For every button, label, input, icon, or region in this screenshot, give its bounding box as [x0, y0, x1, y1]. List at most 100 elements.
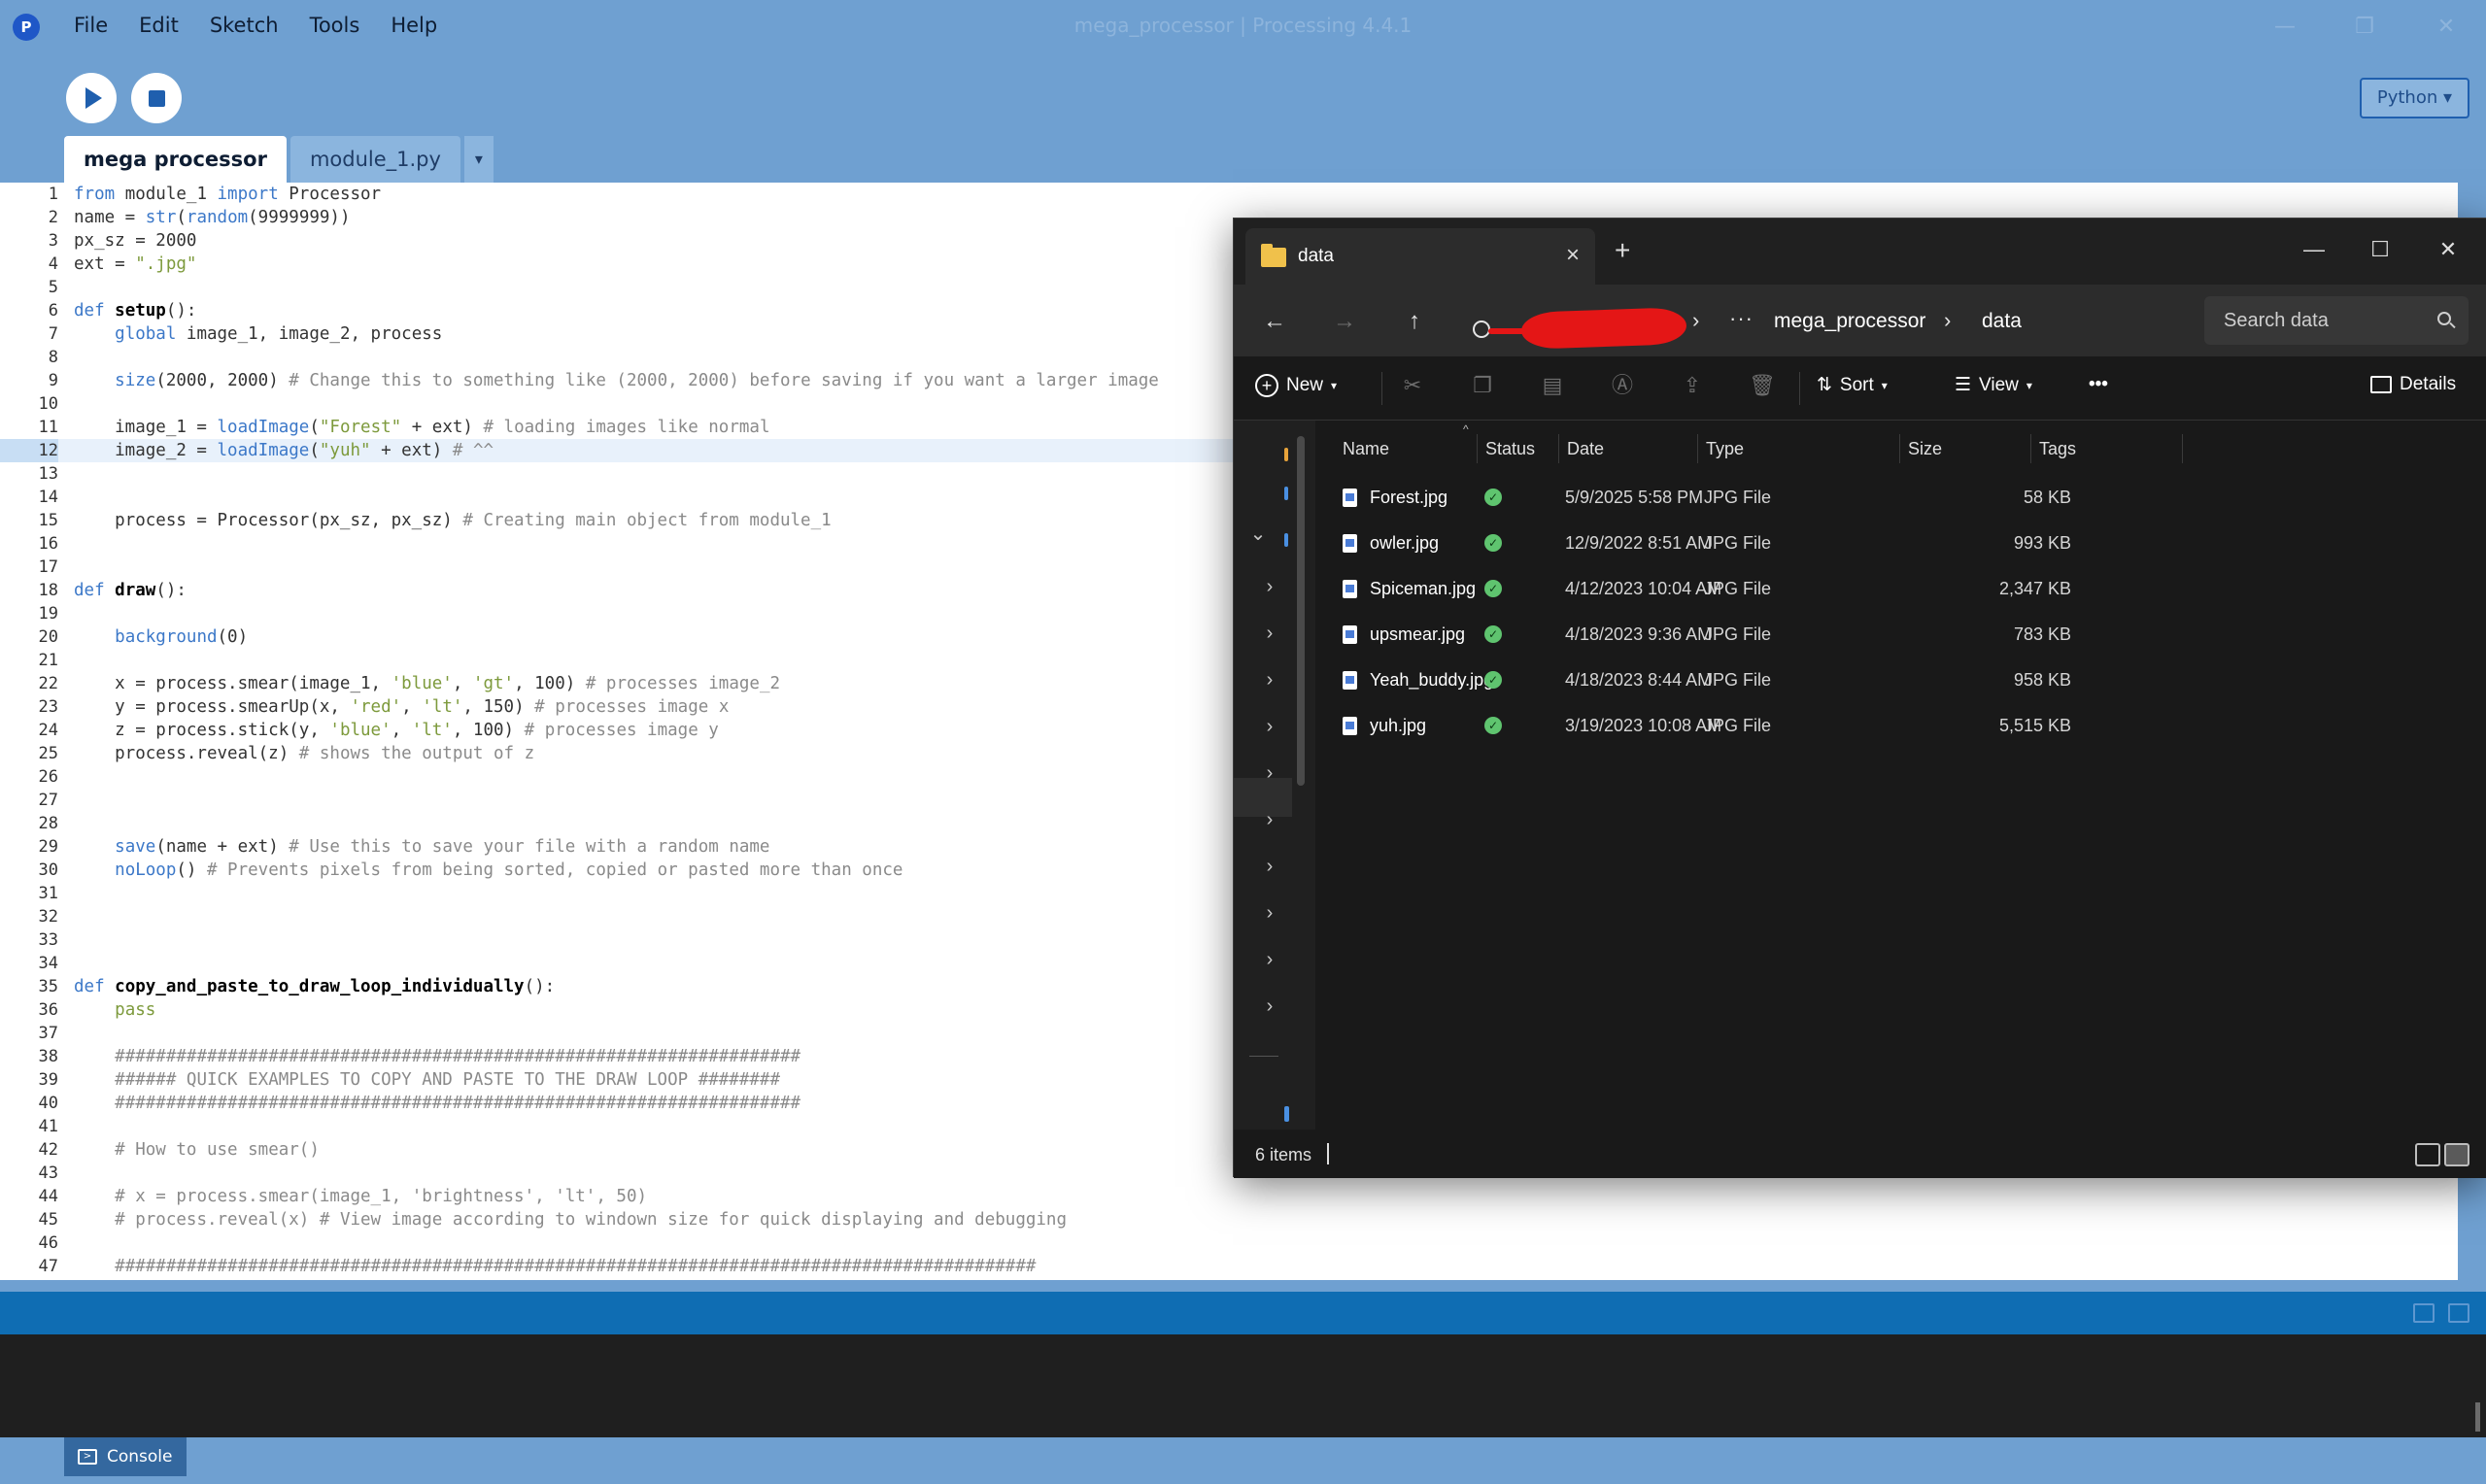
code-text: name = str(random(9999999)) — [74, 208, 351, 227]
back-arrow-icon[interactable]: ← — [1257, 304, 1292, 339]
file-row[interactable]: upsmear.jpg ✓ 4/18/2023 9:36 AM JPG File 783… — [1315, 612, 2486, 658]
plus-circle-icon: + — [1255, 374, 1278, 397]
code-line[interactable]: 44 # x = process.smear(image_1, 'brightn… — [0, 1185, 2458, 1208]
menu-file[interactable]: File — [58, 10, 123, 41]
chevron-right-icon[interactable]: › — [1259, 809, 1280, 831]
code-text: ########################################… — [115, 1094, 801, 1113]
file-explorer-window: data × + — ☐ ✕ ← → ↑ › ··· mega_processo… — [1233, 218, 2486, 1178]
file-row[interactable]: Spiceman.jpg ✓ 4/12/2023 10:04 AM JPG File 2… — [1315, 566, 2486, 612]
view-button[interactable]: ☰ View ▾ — [1955, 374, 2032, 396]
rename-icon[interactable]: Ⓐ — [1609, 372, 1636, 399]
clear-console-icon[interactable] — [2448, 1303, 2469, 1323]
file-date: 12/9/2022 8:51 AM — [1565, 533, 1713, 553]
up-arrow-icon[interactable]: ↑ — [1397, 304, 1432, 339]
mode-selector[interactable]: Python ▾ — [2359, 78, 2469, 118]
chevron-right-icon[interactable]: › — [1259, 576, 1280, 598]
maximize-button[interactable]: ❐ — [2335, 8, 2394, 47]
search-input[interactable]: Search data — [2204, 296, 2469, 345]
tiles-view-icon[interactable] — [2444, 1143, 2469, 1166]
line-number: 18 — [38, 581, 58, 600]
menu-edit[interactable]: Edit — [123, 10, 194, 41]
new-tab-icon[interactable]: + — [1615, 236, 1630, 265]
view-button-label: View — [1979, 374, 2019, 395]
close-button[interactable]: ✕ — [2417, 8, 2475, 47]
sort-button[interactable]: ⇅ Sort ▾ — [1817, 374, 1888, 396]
menu-sketch[interactable]: Sketch — [194, 10, 294, 41]
paste-icon[interactable]: ▤ — [1539, 372, 1566, 399]
menu-help[interactable]: Help — [375, 10, 453, 41]
line-number: 19 — [38, 604, 58, 624]
nav-network-icon[interactable] — [1284, 1106, 1289, 1122]
chevron-right-icon[interactable]: › — [1259, 762, 1280, 785]
chevron-right-icon[interactable]: › — [1259, 995, 1280, 1018]
tab-menu-arrow[interactable]: ▾ — [463, 136, 494, 183]
explorer-maximize-button[interactable]: ☐ — [2361, 230, 2400, 269]
chevron-right-icon[interactable]: › — [1259, 856, 1280, 878]
details-button[interactable]: Details — [2370, 374, 2456, 395]
cut-icon[interactable]: ✂ — [1399, 372, 1426, 399]
explorer-tab[interactable]: data × — [1245, 228, 1595, 285]
nav-scrollbar[interactable] — [1297, 436, 1305, 786]
explorer-minimize-button[interactable]: — — [2295, 230, 2333, 269]
chevron-right-icon[interactable]: › — [1259, 623, 1280, 645]
code-line[interactable]: 1 from module_1 import Processor — [0, 183, 2458, 206]
file-row[interactable]: yuh.jpg ✓ 3/19/2023 10:08 AM JPG File 5,515 … — [1315, 703, 2486, 749]
nav-pin-icon — [1284, 487, 1288, 500]
code-text: ext = ".jpg" — [74, 254, 197, 274]
console-output[interactable] — [0, 1334, 2486, 1437]
code-line[interactable]: 46 — [0, 1231, 2458, 1255]
code-line[interactable]: 47 #####################################… — [0, 1255, 2458, 1278]
chevron-right-icon[interactable]: › — [1259, 949, 1280, 971]
navigation-pane[interactable]: ⌄ › › › › › › › › › › — [1234, 421, 1315, 1130]
console-tab[interactable]: > Console — [64, 1437, 187, 1476]
line-number: 46 — [38, 1233, 58, 1253]
file-row[interactable]: owler.jpg ✓ 12/9/2022 8:51 AM JPG File 993 K… — [1315, 521, 2486, 566]
column-size[interactable]: Size — [1899, 434, 1942, 463]
share-icon[interactable]: ⇪ — [1679, 372, 1706, 399]
breadcrumb-data[interactable]: data — [1982, 310, 2022, 333]
new-button[interactable]: + New ▾ — [1255, 374, 1337, 397]
menu-tools[interactable]: Tools — [294, 10, 376, 41]
explorer-close-button[interactable]: ✕ — [2429, 230, 2468, 269]
list-view-icon[interactable] — [2415, 1143, 2440, 1166]
breadcrumb-mega-processor[interactable]: mega_processor — [1774, 310, 1925, 333]
more-options-button[interactable]: ••• — [2089, 374, 2108, 395]
line-number: 9 — [48, 371, 58, 390]
line-number: 29 — [38, 837, 58, 857]
delete-icon[interactable]: 🗑 — [1749, 372, 1776, 399]
console-scrollbar[interactable] — [2475, 1402, 2480, 1432]
minimize-button[interactable]: — — [2256, 8, 2314, 47]
code-text: ########################################… — [115, 1047, 801, 1066]
line-number: 38 — [38, 1047, 58, 1066]
file-row[interactable]: Forest.jpg ✓ 5/9/2025 5:58 PM JPG File 58 KB — [1315, 475, 2486, 521]
stop-button[interactable] — [131, 73, 182, 123]
forward-arrow-icon[interactable]: → — [1327, 304, 1362, 339]
view-icon: ☰ — [1955, 375, 1972, 395]
line-number: 6 — [48, 301, 58, 320]
text-cursor — [1327, 1143, 1329, 1164]
column-type[interactable]: Type — [1697, 434, 1744, 463]
path-overflow-button[interactable]: ··· — [1729, 306, 1754, 331]
column-name[interactable]: Name — [1315, 434, 1389, 463]
tab-mega-processor[interactable]: mega processor — [64, 136, 287, 183]
line-number: 4 — [48, 254, 58, 274]
code-text: noLoop() # Prevents pixels from being so… — [115, 860, 903, 880]
file-row[interactable]: Yeah_buddy.jpg ✓ 4/18/2023 8:44 AM JPG File… — [1315, 658, 2486, 703]
tab-module-1[interactable]: module_1.py — [289, 136, 460, 183]
line-number: 12 — [0, 439, 58, 462]
chevron-right-icon[interactable]: › — [1259, 669, 1280, 691]
code-line[interactable]: 45 # process.reveal(x) # View image acco… — [0, 1208, 2458, 1231]
column-tags[interactable]: Tags — [2030, 434, 2076, 463]
search-placeholder: Search data — [2224, 310, 2329, 331]
column-date[interactable]: Date — [1558, 434, 1604, 463]
run-button[interactable] — [66, 73, 117, 123]
column-status[interactable]: Status — [1477, 434, 1535, 463]
chevron-down-icon[interactable]: ⌄ — [1247, 522, 1269, 546]
chevron-right-icon[interactable]: › — [1259, 716, 1280, 738]
copy-output-icon[interactable] — [2413, 1303, 2435, 1323]
line-number: 36 — [38, 1000, 58, 1020]
chevron-right-icon[interactable]: › — [1259, 902, 1280, 925]
copy-icon[interactable]: ❐ — [1469, 372, 1496, 399]
code-text: x = process.smear(image_1, 'blue', 'gt',… — [74, 674, 781, 693]
close-tab-icon[interactable]: × — [1566, 242, 1580, 269]
